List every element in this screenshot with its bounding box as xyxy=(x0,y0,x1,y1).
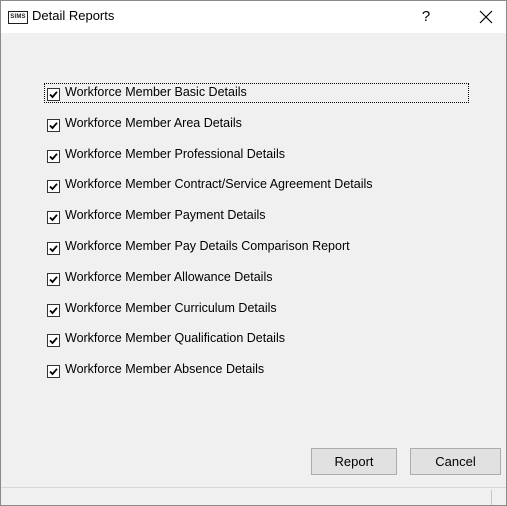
checkbox-item-basic-details[interactable]: Workforce Member Basic Details xyxy=(44,83,472,115)
checkbox-label: Workforce Member Curriculum Details xyxy=(65,300,277,315)
checkbox-label: Workforce Member Professional Details xyxy=(65,146,285,161)
checkbox-item-curriculum-details[interactable]: Workforce Member Curriculum Details xyxy=(47,300,472,331)
checkbox[interactable] xyxy=(47,334,60,348)
checkbox[interactable] xyxy=(47,365,60,379)
help-button[interactable]: ? xyxy=(411,1,441,33)
checkbox[interactable] xyxy=(47,88,60,101)
checkbox-item-allowance-details[interactable]: Workforce Member Allowance Details xyxy=(47,269,472,300)
checkmark-icon xyxy=(49,368,58,376)
checkbox-item-qualification-details[interactable]: Workforce Member Qualification Details xyxy=(47,330,472,361)
checkbox[interactable] xyxy=(47,180,60,194)
checkbox[interactable] xyxy=(47,149,60,163)
checkbox-item-professional-details[interactable]: Workforce Member Professional Details xyxy=(47,146,472,177)
status-bar-divider xyxy=(1,487,506,488)
checkbox[interactable] xyxy=(47,241,60,255)
checkbox[interactable] xyxy=(47,118,60,132)
checkbox[interactable] xyxy=(47,211,60,225)
checkbox-item-payment-details[interactable]: Workforce Member Payment Details xyxy=(47,207,472,238)
detail-reports-dialog: SIMS Detail Reports ? Workforce Member B… xyxy=(0,0,507,506)
checkbox[interactable] xyxy=(47,303,60,317)
checkbox-label: Workforce Member Absence Details xyxy=(65,362,265,377)
title-bar[interactable]: SIMS Detail Reports ? xyxy=(1,1,506,33)
checkbox-item-absence-details[interactable]: Workforce Member Absence Details xyxy=(47,361,472,392)
checkmark-icon xyxy=(49,275,58,284)
checkbox-label: Workforce Member Area Details xyxy=(65,115,242,130)
close-icon xyxy=(479,10,493,24)
checkbox[interactable] xyxy=(47,272,60,286)
checkbox-label: Workforce Member Qualification Details xyxy=(65,331,285,346)
status-bar-separator xyxy=(491,490,492,505)
checkbox-item-contract-details[interactable]: Workforce Member Contract/Service Agreem… xyxy=(47,176,472,207)
dialog-title: Detail Reports xyxy=(32,8,115,23)
checkmark-icon xyxy=(49,152,58,160)
cancel-button[interactable]: Cancel xyxy=(410,448,501,475)
checkmark-icon xyxy=(49,337,58,345)
checkbox-label: Workforce Member Payment Details xyxy=(65,208,266,223)
checkmark-icon xyxy=(49,183,58,191)
checkbox-item-area-details[interactable]: Workforce Member Area Details xyxy=(47,115,472,146)
checkbox-label: Workforce Member Pay Details Comparison … xyxy=(65,238,350,253)
report-button[interactable]: Report xyxy=(311,448,397,475)
checkbox-label: Workforce Member Allowance Details xyxy=(65,269,273,284)
checkmark-icon xyxy=(49,214,58,222)
report-checklist: Workforce Member Basic Details Workforce… xyxy=(44,83,472,392)
checkbox-item-pay-comparison[interactable]: Workforce Member Pay Details Comparison … xyxy=(47,238,472,269)
checkmark-icon xyxy=(49,122,58,130)
checkmark-icon xyxy=(49,245,58,253)
close-button[interactable] xyxy=(467,1,505,33)
checkmark-icon xyxy=(49,91,58,99)
checkbox-label: Workforce Member Basic Details xyxy=(65,85,247,99)
checkbox-label: Workforce Member Contract/Service Agreem… xyxy=(65,177,373,192)
sims-app-icon: SIMS xyxy=(8,11,28,24)
checkmark-icon xyxy=(49,306,58,314)
